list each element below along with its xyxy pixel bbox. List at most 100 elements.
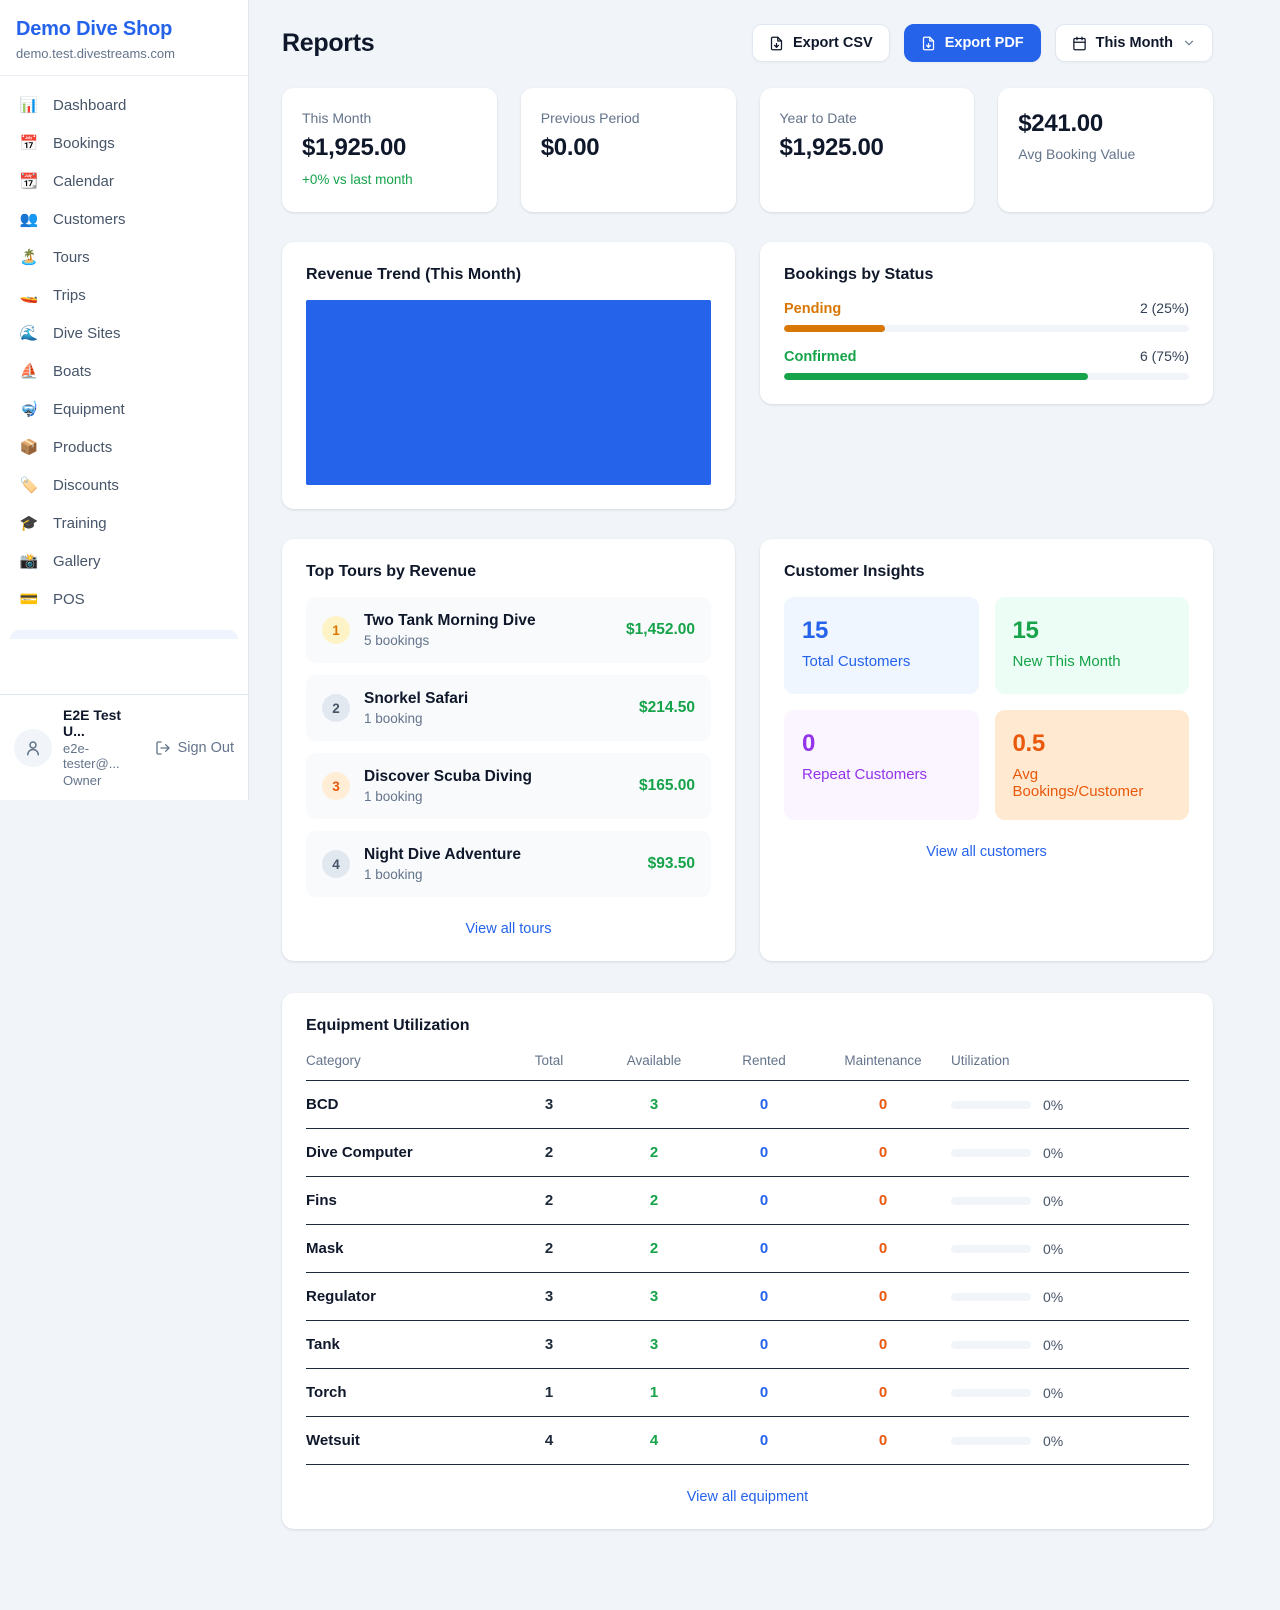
customer-insights-card: Customer Insights 15 Total Customers 15 … [760, 539, 1213, 961]
sidebar-item[interactable]: 🏷️ Discounts [8, 467, 240, 504]
sidebar-item[interactable]: 🤿 Equipment [8, 391, 240, 428]
user-name: E2E Test U... [63, 707, 144, 739]
sidebar-item[interactable]: 🌊 Dive Sites [8, 315, 240, 352]
equipment-rented: 0 [713, 1144, 815, 1161]
dashboard-icon: 📊 [18, 98, 40, 113]
status-progress-fill [784, 325, 885, 332]
insights-row: Top Tours by Revenue 1 Two Tank Morning … [282, 539, 1213, 961]
boats-icon: ⛵ [18, 364, 40, 379]
sign-out-button[interactable]: Sign Out [155, 740, 234, 756]
sidebar-item[interactable]: 🎓 Training [8, 505, 240, 542]
sidebar-item-label: POS [53, 591, 85, 608]
equipment-available: 4 [595, 1432, 713, 1449]
equipment-category: Torch [306, 1384, 503, 1401]
equipment-available: 2 [595, 1192, 713, 1209]
equipment-available: 3 [595, 1096, 713, 1113]
period-dropdown[interactable]: This Month [1055, 24, 1213, 62]
stat-value: $241.00 [1018, 110, 1193, 138]
stat-label: Avg Booking Value [1018, 146, 1193, 162]
equipment-maintenance: 0 [815, 1384, 951, 1401]
person-icon [24, 739, 42, 757]
revenue-trend-card: Revenue Trend (This Month) [282, 242, 735, 509]
utilization-percent: 0% [1043, 1385, 1063, 1401]
view-all-equipment-link[interactable]: View all equipment [687, 1489, 808, 1505]
status-label: Pending [784, 301, 841, 317]
top-tours-title: Top Tours by Revenue [306, 563, 711, 581]
insight-value: 15 [1013, 617, 1172, 645]
products-icon: 📦 [18, 440, 40, 455]
tour-row: 3 Discover Scuba Diving 1 booking $165.0… [306, 753, 711, 819]
insight-tile: 0.5 Avg Bookings/Customer [995, 710, 1190, 820]
stat-label: Year to Date [780, 110, 955, 126]
tour-name: Night Dive Adventure [364, 846, 634, 864]
trips-icon: 🚤 [18, 288, 40, 303]
utilization-percent: 0% [1043, 1337, 1063, 1353]
utilization-progress-track [951, 1389, 1031, 1397]
sidebar-item[interactable]: 📦 Products [8, 429, 240, 466]
equipment-utilization-cell: 0% [951, 1289, 1189, 1305]
export-pdf-button[interactable]: Export PDF [904, 24, 1041, 62]
equipment-row: BCD 3 3 0 0 0% [306, 1081, 1189, 1129]
sidebar-item[interactable]: 🚤 Trips [8, 277, 240, 314]
tour-row: 4 Night Dive Adventure 1 booking $93.50 [306, 831, 711, 897]
status-count: 2 (25%) [1140, 300, 1189, 316]
stat-card: This Month $1,925.00 +0% vs last month [282, 88, 497, 212]
sidebar-item[interactable]: 📸 Gallery [8, 543, 240, 580]
equipment-maintenance: 0 [815, 1336, 951, 1353]
equipment-row: Torch 1 1 0 0 0% [306, 1369, 1189, 1417]
logout-icon [155, 740, 171, 756]
customer-insights-title: Customer Insights [784, 563, 1189, 581]
rank-badge: 1 [322, 616, 350, 644]
sidebar-item[interactable]: 📊 Dashboard [8, 87, 240, 124]
insight-tile: 15 New This Month [995, 597, 1190, 694]
stat-value: $0.00 [541, 134, 716, 162]
sidebar-item[interactable]: 📆 Calendar [8, 163, 240, 200]
view-all-tours-link[interactable]: View all tours [466, 921, 552, 937]
equipment-row: Wetsuit 4 4 0 0 0% [306, 1417, 1189, 1465]
column-total: Total [503, 1053, 595, 1068]
pos-icon: 💳 [18, 592, 40, 607]
stat-value: $1,925.00 [302, 134, 477, 162]
utilization-progress-track [951, 1293, 1031, 1301]
sidebar-item[interactable]: 🏝️ Tours [8, 239, 240, 276]
status-progress-fill [784, 373, 1088, 380]
equipment-utilization-cell: 0% [951, 1193, 1189, 1209]
equipment-rented: 0 [713, 1336, 815, 1353]
sidebar-item-reports-partial[interactable] [10, 630, 238, 639]
sidebar-item[interactable]: 📅 Bookings [8, 125, 240, 162]
equipment-total: 1 [503, 1384, 595, 1401]
equipment-rented: 0 [713, 1096, 815, 1113]
utilization-progress-track [951, 1197, 1031, 1205]
utilization-percent: 0% [1043, 1145, 1063, 1161]
sidebar-item-label: Dive Sites [53, 325, 121, 342]
insight-tiles: 15 Total Customers 15 New This Month 0 R… [784, 597, 1189, 820]
utilization-progress-track [951, 1149, 1031, 1157]
sidebar-item[interactable]: 👥 Customers [8, 201, 240, 238]
equipment-utilization-title: Equipment Utilization [306, 1017, 1189, 1035]
rank-badge: 2 [322, 694, 350, 722]
export-pdf-label: Export PDF [945, 35, 1024, 51]
tour-bookings: 1 booking [364, 867, 634, 882]
stat-delta: +0% vs last month [302, 172, 477, 187]
sidebar-item-label: Boats [53, 363, 91, 380]
equipment-utilization-cell: 0% [951, 1337, 1189, 1353]
tour-name: Snorkel Safari [364, 690, 625, 708]
revenue-trend-chart [306, 300, 711, 485]
stat-label: Previous Period [541, 110, 716, 126]
sidebar-item[interactable]: ⛵ Boats [8, 353, 240, 390]
view-all-customers-link[interactable]: View all customers [926, 844, 1047, 860]
insight-tile: 0 Repeat Customers [784, 710, 979, 820]
tour-revenue: $93.50 [648, 855, 695, 873]
sidebar-item-label: Trips [53, 287, 86, 304]
insight-label: Total Customers [802, 653, 961, 670]
stat-card: Previous Period $0.00 [521, 88, 736, 212]
sidebar-item-label: Equipment [53, 401, 125, 418]
dive-sites-icon: 🌊 [18, 326, 40, 341]
equipment-row: Mask 2 2 0 0 0% [306, 1225, 1189, 1273]
equipment-total: 3 [503, 1336, 595, 1353]
bookings-by-status-card: Bookings by Status Pending 2 (25%) Confi… [760, 242, 1213, 404]
sidebar-item[interactable]: 💳 POS [8, 581, 240, 618]
status-row: Pending 2 (25%) [784, 300, 1189, 332]
utilization-progress-track [951, 1437, 1031, 1445]
export-csv-button[interactable]: Export CSV [752, 24, 890, 62]
